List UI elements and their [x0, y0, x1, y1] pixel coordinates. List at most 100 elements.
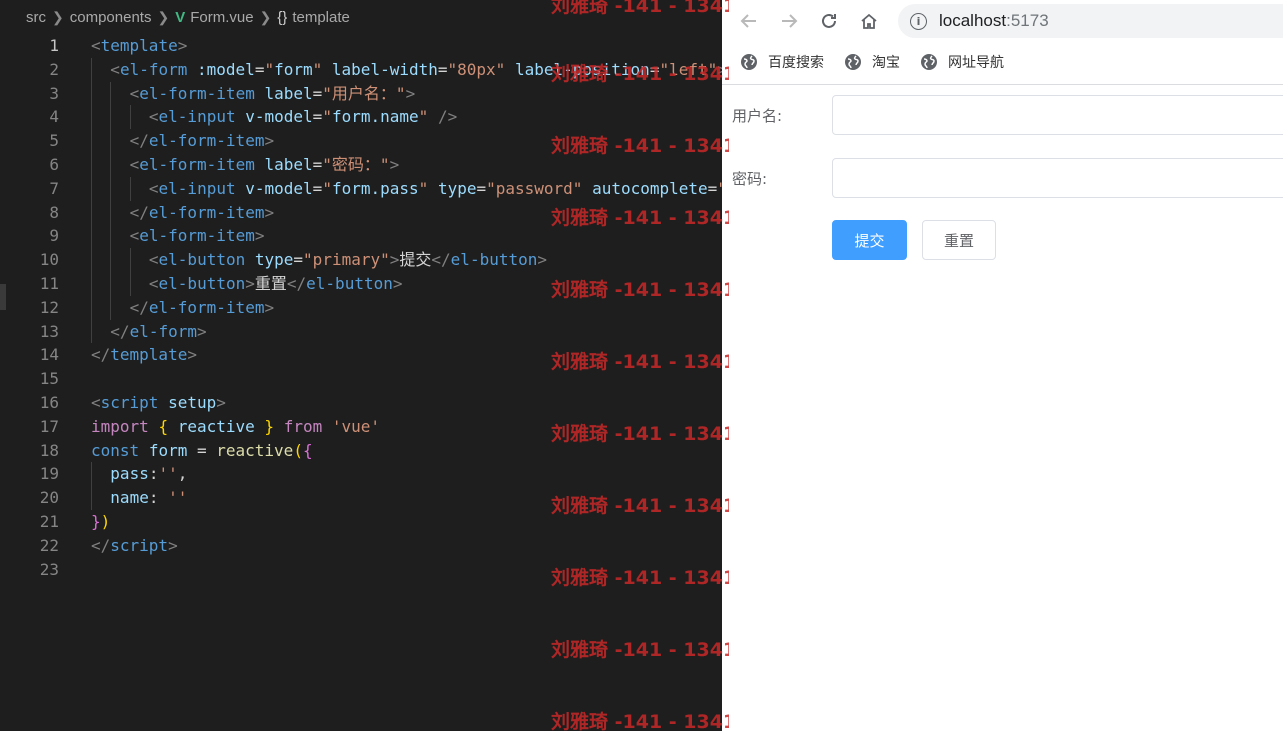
code-token: >	[245, 273, 255, 293]
code-token: >	[216, 392, 226, 412]
code-token: </	[129, 297, 149, 317]
code-token: }	[91, 511, 101, 531]
code-token: >	[264, 202, 275, 222]
code-token: label-position	[514, 59, 650, 79]
code-token: 重置	[254, 273, 287, 293]
code-token: script	[110, 535, 169, 555]
code-line[interactable]: 16 <script setup>	[0, 391, 722, 415]
code-token: el-button	[158, 273, 246, 293]
code-area[interactable]: 1 <template> 2 <el-form :model="form" label…	[0, 34, 722, 581]
code-token: label	[264, 83, 313, 103]
indent-guide	[91, 224, 92, 249]
code-token: :	[148, 488, 169, 508]
code-line[interactable]: 12 </el-form-item>	[0, 295, 722, 320]
code-text: pass:'',	[110, 462, 187, 486]
code-token: ,	[177, 464, 188, 484]
code-line[interactable]: 10 <el-button type="primary">提交</el-butto…	[0, 248, 722, 272]
code-token: "left"	[659, 59, 718, 79]
code-line[interactable]: 15	[0, 367, 722, 391]
line-number: 14	[39, 345, 59, 365]
globe-icon	[845, 54, 861, 70]
reload-button[interactable]	[814, 6, 844, 36]
code-token: "	[312, 59, 323, 79]
code-text: <el-form :model="form" label-width="80px…	[110, 58, 722, 82]
code-token: <	[148, 178, 159, 198]
code-line[interactable]: 7 <el-input v-model="form.pass" type="pas…	[0, 176, 722, 201]
code-line[interactable]: 23	[0, 558, 722, 582]
line-number: 22	[39, 535, 59, 555]
code-line[interactable]: 14 </template>	[0, 343, 722, 367]
line-number: 18	[39, 440, 59, 460]
indent-guide	[91, 486, 92, 510]
code-token: v-model	[245, 107, 313, 127]
indent-guide	[91, 462, 92, 487]
braces-icon: {}	[277, 8, 288, 26]
password-label: 密码:	[732, 170, 768, 188]
username-input[interactable]	[832, 95, 1283, 135]
code-token: =	[293, 250, 304, 270]
breadcrumb-components[interactable]: components	[70, 9, 152, 26]
code-token: 'vue'	[331, 416, 381, 436]
code-token: >	[389, 250, 400, 270]
code-line[interactable]: 2 <el-form :model="form" label-width="80p…	[0, 57, 722, 82]
code-token: ''	[158, 464, 178, 484]
code-line[interactable]: 20 name: ''	[0, 486, 722, 510]
code-text: name: ''	[110, 486, 187, 510]
bookmark-nav[interactable]: 网址导航	[920, 52, 1004, 72]
code-editor[interactable]: src ❯ components ❯ V Form.vue ❯ {} templ…	[0, 0, 722, 731]
code-line[interactable]: 3 <el-form-item label="用户名：">	[0, 81, 722, 106]
code-token: el-button	[158, 250, 246, 270]
code-line[interactable]: 4 <el-input v-model="form.name" />	[0, 105, 722, 130]
code-text: })	[91, 510, 110, 534]
code-token: {	[158, 416, 169, 436]
code-token: el-form-item	[139, 226, 255, 246]
indent-guide	[110, 248, 112, 272]
code-line[interactable]: 17 import { reactive } from 'vue'	[0, 415, 722, 439]
submit-button[interactable]: 提交	[832, 220, 907, 260]
code-token: const	[91, 440, 140, 460]
code-token: el-form	[119, 59, 188, 79]
code-line[interactable]: 11 <el-button>重置</el-button>	[0, 271, 722, 296]
code-text: <el-form-item>	[130, 224, 265, 248]
code-token: label	[264, 154, 313, 174]
back-button[interactable]	[734, 6, 764, 36]
forward-button[interactable]	[774, 6, 804, 36]
code-token: </	[286, 273, 307, 293]
code-token: )	[100, 511, 111, 531]
code-line[interactable]: 5 </el-form-item>	[0, 129, 722, 153]
code-token: <	[148, 107, 159, 127]
code-line[interactable]: 1 <template>	[0, 34, 722, 58]
bookmark-baidu[interactable]: 百度搜索	[740, 52, 824, 72]
indent-guide	[91, 105, 92, 130]
globe-icon	[921, 54, 937, 70]
code-token: "	[418, 107, 429, 127]
code-token: v-model	[245, 178, 313, 198]
breadcrumb-file[interactable]: Form.vue	[190, 9, 253, 26]
code-line[interactable]: 13 </el-form>	[0, 319, 722, 344]
code-line[interactable]: 8 </el-form-item>	[0, 200, 722, 225]
address-bar[interactable]: i localhost:5173	[898, 4, 1283, 38]
code-text: <el-button type="primary">提交</el-button>	[149, 248, 547, 272]
breadcrumb-src[interactable]: src	[26, 9, 46, 26]
code-token: =	[187, 440, 217, 460]
info-icon[interactable]: i	[910, 12, 927, 30]
bookmark-label: 网址导航	[948, 55, 1004, 71]
code-line[interactable]: 22 </script>	[0, 534, 722, 558]
line-number: 1	[49, 36, 59, 55]
breadcrumb-symbol[interactable]: template	[292, 9, 350, 26]
code-token: >	[177, 36, 188, 55]
password-input[interactable]	[832, 158, 1283, 198]
line-number: 5	[49, 131, 59, 151]
code-text: </el-form>	[110, 320, 206, 344]
code-line[interactable]: 6 <el-form-item label="密码：">	[0, 152, 722, 177]
code-line[interactable]: 21})	[0, 510, 722, 534]
code-line[interactable]: 19 pass:'',	[0, 462, 722, 487]
bookmark-taobao[interactable]: 淘宝	[844, 52, 900, 72]
code-text: import { reactive } from 'vue'	[91, 415, 380, 439]
home-button[interactable]	[854, 6, 884, 36]
reset-button[interactable]: 重置	[922, 220, 996, 260]
code-line[interactable]: 18 const form = reactive({	[0, 439, 722, 463]
code-line[interactable]: 9 <el-form-item>	[0, 224, 722, 249]
